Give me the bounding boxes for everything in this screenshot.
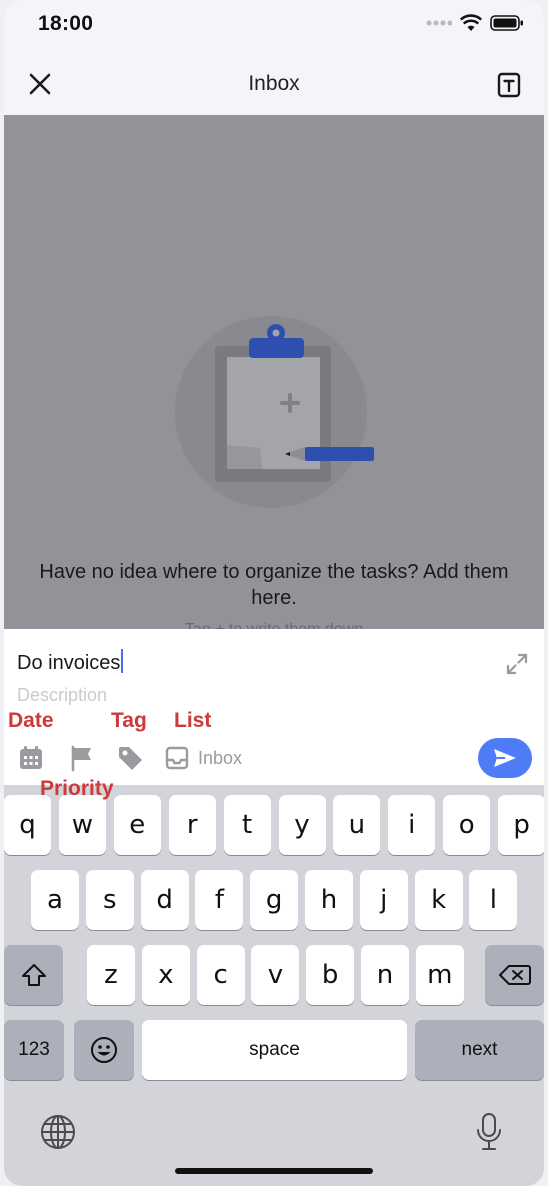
key-o[interactable]: o: [443, 795, 491, 855]
key-z[interactable]: z: [87, 945, 135, 1005]
backspace-key[interactable]: [485, 945, 544, 1005]
page-title: Inbox: [248, 72, 300, 95]
key-w[interactable]: w: [58, 795, 106, 855]
empty-state-message: Have no idea where to organize the tasks…: [39, 561, 509, 609]
key-a[interactable]: a: [31, 870, 79, 930]
key-f[interactable]: f: [195, 870, 244, 930]
key-h[interactable]: h: [305, 870, 353, 930]
key-m[interactable]: m: [415, 945, 464, 1005]
send-button[interactable]: [478, 738, 532, 778]
emoji-key[interactable]: [74, 1020, 134, 1080]
globe-icon[interactable]: [40, 1114, 76, 1150]
expand-icon[interactable]: [504, 651, 530, 677]
home-indicator: [175, 1168, 373, 1174]
list-label: Inbox: [198, 747, 243, 768]
shift-key[interactable]: [4, 945, 63, 1005]
key-p[interactable]: p: [498, 795, 544, 855]
status-bar: 18:00: [4, 0, 544, 48]
status-icons: [426, 14, 524, 32]
key-y[interactable]: y: [278, 795, 326, 855]
emoji-icon: [91, 1037, 117, 1063]
key-u[interactable]: u: [333, 795, 381, 855]
key-l[interactable]: l: [469, 870, 518, 930]
signal-icon: [426, 20, 452, 26]
task-list-area: Have no idea where to organize the tasks…: [4, 115, 544, 630]
quick-add-composer: Do invoices Description Date Tag List Pr…: [4, 629, 544, 800]
key-r[interactable]: r: [168, 795, 216, 855]
description-input[interactable]: Description: [17, 685, 107, 706]
key-e[interactable]: e: [113, 795, 161, 855]
calendar-icon[interactable]: [16, 743, 46, 773]
battery-icon: [490, 15, 523, 31]
status-time: 18:00: [38, 12, 94, 35]
key-x[interactable]: x: [141, 945, 190, 1005]
key-d[interactable]: d: [140, 870, 189, 930]
backspace-icon: [498, 965, 531, 985]
key-v[interactable]: v: [251, 945, 300, 1005]
key-s[interactable]: s: [85, 870, 134, 930]
annotation-tag: Tag: [111, 709, 147, 732]
space-key[interactable]: space: [142, 1020, 407, 1080]
tag-icon[interactable]: [115, 743, 145, 773]
key-i[interactable]: i: [388, 795, 436, 855]
task-title-input[interactable]: Do invoices: [17, 649, 124, 675]
task-title-text: Do invoices: [17, 652, 121, 674]
numbers-key[interactable]: 123: [4, 1020, 64, 1080]
key-q[interactable]: q: [4, 795, 51, 855]
clipboard-illustration: [175, 316, 374, 508]
send-icon: [494, 749, 516, 767]
key-t[interactable]: t: [223, 795, 271, 855]
key-g[interactable]: g: [250, 870, 299, 930]
phone-screen: 18:00 Inbox Have no idea where to organi…: [4, 0, 544, 1186]
wifi-icon: [460, 14, 482, 31]
text-caret: [121, 649, 124, 673]
key-j[interactable]: j: [359, 870, 408, 930]
shift-icon: [21, 964, 46, 986]
key-b[interactable]: b: [306, 945, 355, 1005]
next-key[interactable]: next: [415, 1020, 544, 1080]
key-c[interactable]: c: [196, 945, 245, 1005]
key-k[interactable]: k: [414, 870, 463, 930]
flag-icon[interactable]: [67, 743, 97, 773]
annotation-list: List: [174, 709, 212, 732]
annotation-date: Date: [8, 709, 54, 732]
annotation-priority: Priority: [40, 777, 114, 800]
template-icon[interactable]: [494, 70, 524, 100]
list-selector[interactable]: Inbox: [164, 743, 254, 773]
microphone-icon[interactable]: [474, 1112, 504, 1152]
key-n[interactable]: n: [361, 945, 409, 1005]
inbox-icon: [165, 746, 189, 770]
nav-bar: Inbox: [4, 48, 544, 115]
software-keyboard: qwertyuiop asdfghjkl zxcvbnm 123 space n…: [4, 785, 544, 1186]
